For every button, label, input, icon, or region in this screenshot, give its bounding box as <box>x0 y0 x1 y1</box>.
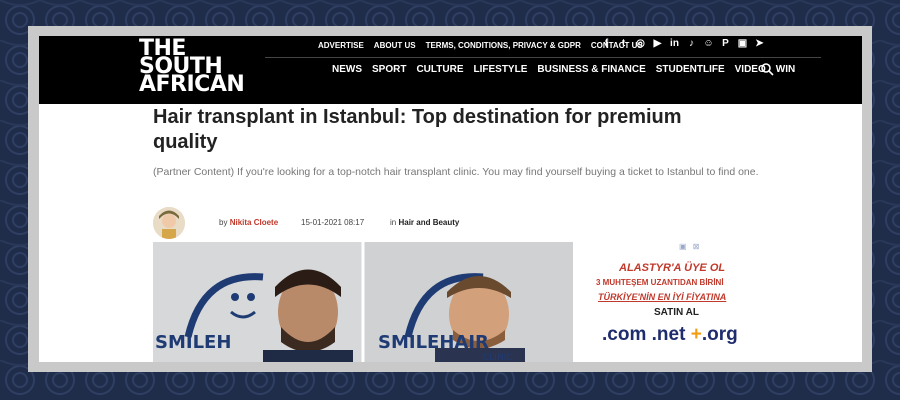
ad-brand: ALASTYR'A ÜYE OL <box>619 262 726 274</box>
ad-plus-icon: + <box>690 324 702 345</box>
tiktok-icon[interactable]: ♪ <box>686 38 697 49</box>
nav-sport[interactable]: SPORT <box>372 64 406 75</box>
publish-date: 15-01-2021 08:17 <box>301 218 365 227</box>
nav-news[interactable]: NEWS <box>332 64 362 75</box>
snapchat-icon[interactable]: ☺ <box>703 38 714 49</box>
youtube-icon[interactable]: ▶ <box>652 38 663 49</box>
top-nav-advertise[interactable]: ADVERTISE <box>318 41 364 50</box>
twitter-icon[interactable]: t <box>618 38 629 49</box>
category-link[interactable]: Hair and Beauty <box>398 218 459 227</box>
linkedin-icon[interactable]: in <box>669 38 680 49</box>
author-link[interactable]: Nikita Cloete <box>230 218 278 227</box>
site-logo[interactable]: THE SOUTH AFRICAN <box>139 38 245 97</box>
ad-tld-com: .com <box>602 324 647 345</box>
nav-lifestyle[interactable]: LIFESTYLE <box>473 64 527 75</box>
ad-tld-org: .org <box>701 324 738 345</box>
ad-tld-list: .com .net +.org <box>602 324 738 346</box>
top-nav-terms[interactable]: TERMS, CONDITIONS, PRIVACY & GDPR <box>426 41 581 50</box>
pinterest-icon[interactable]: P <box>720 38 731 49</box>
top-nav-about[interactable]: ABOUT US <box>374 41 416 50</box>
ad-line-2: TÜRKİYE'NİN EN İYİ FİYATINA <box>598 292 727 302</box>
logo-line-3: AFRICAN <box>139 72 245 97</box>
main-nav: NEWS SPORT CULTURE LIFESTYLE BUSINESS & … <box>332 64 805 75</box>
nav-business-finance[interactable]: BUSINESS & FINANCE <box>537 64 645 75</box>
nav-culture[interactable]: CULTURE <box>416 64 463 75</box>
hero-logo-text-right: SMILEHAIR <box>378 332 489 353</box>
ad-line-1: 3 MUHTEŞEM UZANTIDAN BİRİNİ <box>596 278 724 287</box>
flipboard-icon[interactable]: ▣ <box>737 38 748 49</box>
hero-logo-text-left: SMILEH <box>155 332 231 353</box>
byline: by Nikita Cloete 15-01-2021 08:17 in Hai… <box>219 218 459 227</box>
article-title: Hair transplant in Istanbul: Top destina… <box>153 106 682 153</box>
social-links: f t ◎ ▶ in ♪ ☺ P ▣ ➤ <box>601 38 765 49</box>
ad-line-3: SATIN AL <box>654 307 699 318</box>
byline-category: in Hair and Beauty <box>390 218 459 227</box>
byline-by: by <box>219 218 228 227</box>
instagram-icon[interactable]: ◎ <box>635 38 646 49</box>
site-header: THE SOUTH AFRICAN ADVERTISE ABOUT US TER… <box>39 36 862 104</box>
facebook-icon[interactable]: f <box>601 38 612 49</box>
nav-studentlife[interactable]: STUDENTLIFE <box>656 64 725 75</box>
ad-close-icon[interactable]: ▣ ⊠ <box>679 242 701 251</box>
header-divider <box>265 57 821 58</box>
search-icon[interactable] <box>760 62 774 76</box>
nav-win[interactable]: WIN <box>776 64 795 75</box>
hero-logo-subtext: CLINIC <box>483 353 513 362</box>
article-hero-image: SMILEH SMILEHAIR CLINIC <box>153 242 573 362</box>
telegram-icon[interactable]: ➤ <box>754 38 765 49</box>
byline-in: in <box>390 218 397 227</box>
ad-tld-net: .net <box>651 324 686 345</box>
web-page: THE SOUTH AFRICAN ADVERTISE ABOUT US TER… <box>39 36 862 362</box>
author-avatar[interactable] <box>153 207 185 239</box>
article-standfirst: (Partner Content) If you're looking for … <box>153 166 759 178</box>
sidebar-ad[interactable]: ▣ ⊠ ALASTYR'A ÜYE OL 3 MUHTEŞEM UZANTIDA… <box>594 242 754 362</box>
